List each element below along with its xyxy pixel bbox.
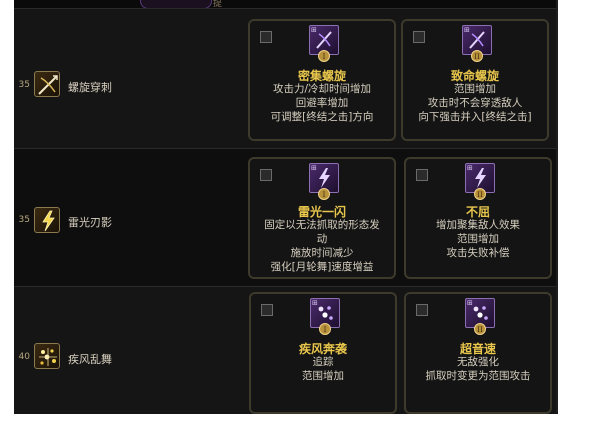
rune-line: 攻击时不会穿透敌人 — [427, 97, 523, 109]
rune-card[interactable]: ⊞ I 疾风奔袭 追踪 范围增加 — [249, 292, 397, 414]
skill-level: 40 — [18, 352, 30, 362]
rune-checkbox[interactable] — [260, 169, 272, 181]
rune-description: 攻击力/冷却时间增加 回避率增加 可调整[终结之击]方向 — [254, 82, 390, 124]
rune-line: 攻击失败补偿 — [446, 247, 510, 259]
rune-line: 固定以无法抓取的形态发 — [264, 219, 380, 231]
top-strip — [14, 0, 558, 8]
skill-level: 35 — [18, 80, 30, 90]
rune-line: 向下强击并入[终结之击] — [418, 111, 532, 123]
gale-dance-icon[interactable] — [34, 343, 60, 369]
rune-lightning-icon: ⊞ I — [309, 163, 339, 200]
rune-checkbox[interactable] — [260, 31, 272, 43]
skill-name: 疾风乱舞 — [68, 353, 112, 366]
rune-description: 固定以无法抓取的形态发 动 施放时间减少 强化[月轮舞]速度增益 — [254, 218, 390, 274]
panel-right-edge — [556, 0, 558, 413]
rune-description: 增加聚集敌人效果 范围增加 攻击失败补偿 — [410, 218, 546, 260]
skill-name: 螺旋穿刺 — [68, 81, 112, 94]
rune-line: 范围增加 — [302, 370, 344, 382]
rune-line: 攻击力/冷却时间增加 — [272, 83, 372, 95]
rune-card[interactable]: ⊞ II 超音速 无敌强化 抓取时变更为范围攻击 — [404, 292, 552, 414]
rune-line: 增加聚集敌人效果 — [436, 219, 520, 231]
rune-description: 范围增加 攻击时不会穿透敌人 向下强击并入[终结之击] — [407, 82, 543, 124]
rune-line: 强化[月轮舞]速度增益 — [270, 261, 374, 273]
rune-card[interactable]: ⊞ I 密集螺旋 攻击力/冷却时间增加 回避率增加 可调整[终结之击]方向 — [248, 19, 396, 141]
spiral-thrust-icon[interactable] — [34, 71, 60, 97]
rune-checkbox[interactable] — [261, 304, 273, 316]
rune-tier-badge: II — [471, 50, 483, 62]
rune-tier-badge: I — [318, 50, 330, 62]
rune-line: 可调整[终结之击]方向 — [270, 111, 374, 123]
rune-spiral-icon: ⊞ II — [462, 25, 492, 62]
rune-tier-badge: II — [474, 323, 486, 335]
skill-name: 雷光刃影 — [68, 216, 112, 229]
rune-description: 无敌强化 抓取时变更为范围攻击 — [410, 355, 546, 383]
lightning-shadow-icon[interactable] — [34, 207, 60, 233]
rune-description: 追踪 范围增加 — [255, 355, 391, 383]
rune-spiral-icon: ⊞ I — [309, 25, 339, 62]
rune-line: 范围增加 — [454, 83, 496, 95]
rune-checkbox[interactable] — [416, 304, 428, 316]
rune-line: 动 — [316, 233, 328, 245]
rune-burst-icon: ⊞ I — [310, 298, 340, 335]
rune-line: 回避率增加 — [295, 97, 349, 109]
rune-burst-icon: ⊞ II — [465, 298, 495, 335]
rune-tier-badge: I — [318, 188, 330, 200]
rune-tier-badge: I — [319, 323, 331, 335]
rune-line: 施放时间减少 — [290, 247, 354, 259]
rune-checkbox[interactable] — [416, 169, 428, 181]
rune-tier-badge: II — [474, 188, 486, 200]
rune-card[interactable]: ⊞ II 致命螺旋 范围增加 攻击时不会穿透敌人 向下强击并入[终结之击] — [401, 19, 549, 141]
rune-line: 无敌强化 — [457, 356, 499, 368]
skill-level: 35 — [18, 215, 30, 225]
rune-line: 范围增加 — [457, 233, 499, 245]
rune-card[interactable]: ⊞ I 雷光一闪 固定以无法抓取的形态发 动 施放时间减少 强化[月轮舞]速度增… — [248, 157, 396, 279]
rune-checkbox[interactable] — [413, 31, 425, 43]
rune-lightning-icon: ⊞ II — [465, 163, 495, 200]
rune-line: 抓取时变更为范围攻击 — [425, 370, 531, 382]
rune-line: 追踪 — [312, 356, 334, 368]
rune-card[interactable]: ⊞ II 不屈 增加聚集敌人效果 范围增加 攻击失败补偿 — [404, 157, 552, 279]
